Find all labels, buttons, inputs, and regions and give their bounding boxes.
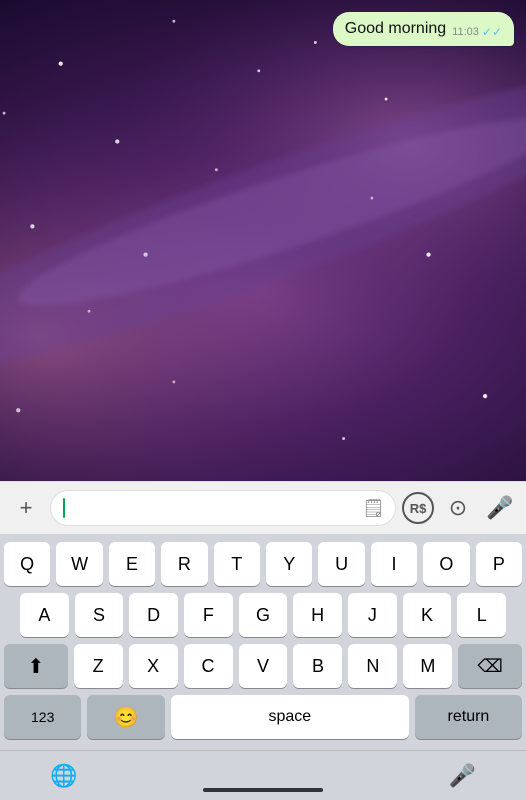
key-z[interactable]: Z [74, 644, 123, 688]
shift-key[interactable]: ⬆ [4, 644, 68, 688]
key-w[interactable]: W [56, 542, 102, 586]
plus-icon: + [20, 495, 33, 521]
key-m[interactable]: M [403, 644, 452, 688]
key-u[interactable]: U [318, 542, 364, 586]
key-q[interactable]: Q [4, 542, 50, 586]
input-toolbar: + 🗒 R$ ⊙ 🎤 [0, 481, 526, 534]
keyboard-row-2: A S D F G H J K L [4, 593, 522, 637]
keyboard-row-1: Q W E R T Y U I O P [4, 542, 522, 586]
globe-icon[interactable]: 🌐 [50, 763, 77, 789]
key-f[interactable]: F [184, 593, 233, 637]
mic-icon: 🎤 [486, 495, 513, 521]
message-text: Good morning [345, 20, 446, 38]
message-bubble-container: Good morning 11:03 ✓✓ [333, 12, 514, 46]
key-p[interactable]: P [476, 542, 522, 586]
message-meta: 11:03 ✓✓ [452, 26, 502, 38]
key-y[interactable]: Y [266, 542, 312, 586]
keyboard-row-4: 123 😊 space return [4, 695, 522, 739]
emoji-key[interactable]: 😊 [87, 695, 164, 739]
bottom-mic-icon[interactable]: 🎤 [449, 763, 476, 789]
key-x[interactable]: X [129, 644, 178, 688]
bottom-bar-wrapper: 🌐 🎤 [0, 750, 526, 800]
key-o[interactable]: O [423, 542, 469, 586]
numbers-key[interactable]: 123 [4, 695, 81, 739]
key-t[interactable]: T [214, 542, 260, 586]
numbers-key-label: 123 [31, 709, 54, 725]
message-input[interactable]: 🗒 [50, 490, 396, 526]
key-l[interactable]: L [457, 593, 506, 637]
key-b[interactable]: B [293, 644, 342, 688]
galaxy-background [0, 0, 526, 481]
keyboard-row-3: ⬆ Z X C V B N M ⌫ [4, 644, 522, 688]
text-cursor [63, 498, 65, 518]
message-time: 11:03 [452, 26, 479, 38]
double-check-icon: ✓✓ [482, 26, 502, 38]
mic-button[interactable]: 🎤 [482, 490, 518, 526]
emoji-key-icon: 😊 [114, 705, 139, 730]
return-key-label: return [448, 708, 490, 726]
pix-button[interactable]: R$ [402, 492, 434, 524]
camera-button[interactable]: ⊙ [440, 490, 476, 526]
sticker-icon[interactable]: 🗒 [362, 498, 385, 519]
pix-icon: R$ [410, 501, 427, 516]
space-key-label: space [268, 708, 311, 726]
key-k[interactable]: K [403, 593, 452, 637]
chat-area: Good morning 11:03 ✓✓ [0, 0, 526, 481]
key-h[interactable]: H [293, 593, 342, 637]
key-a[interactable]: A [20, 593, 69, 637]
key-r[interactable]: R [161, 542, 207, 586]
bottom-bar: 🌐 🎤 [0, 750, 526, 800]
key-v[interactable]: V [239, 644, 288, 688]
home-indicator [203, 788, 323, 792]
key-e[interactable]: E [109, 542, 155, 586]
key-g[interactable]: G [239, 593, 288, 637]
key-j[interactable]: J [348, 593, 397, 637]
camera-icon: ⊙ [449, 495, 467, 521]
return-key[interactable]: return [415, 695, 522, 739]
space-key[interactable]: space [171, 695, 409, 739]
message-bubble: Good morning 11:03 ✓✓ [333, 12, 514, 46]
key-n[interactable]: N [348, 644, 397, 688]
key-c[interactable]: C [184, 644, 233, 688]
keyboard: Q W E R T Y U I O P A S D F G H J K L ⬆ … [0, 534, 526, 750]
backspace-key[interactable]: ⌫ [458, 644, 522, 688]
plus-button[interactable]: + [8, 490, 44, 526]
key-i[interactable]: I [371, 542, 417, 586]
key-d[interactable]: D [129, 593, 178, 637]
key-s[interactable]: S [75, 593, 124, 637]
